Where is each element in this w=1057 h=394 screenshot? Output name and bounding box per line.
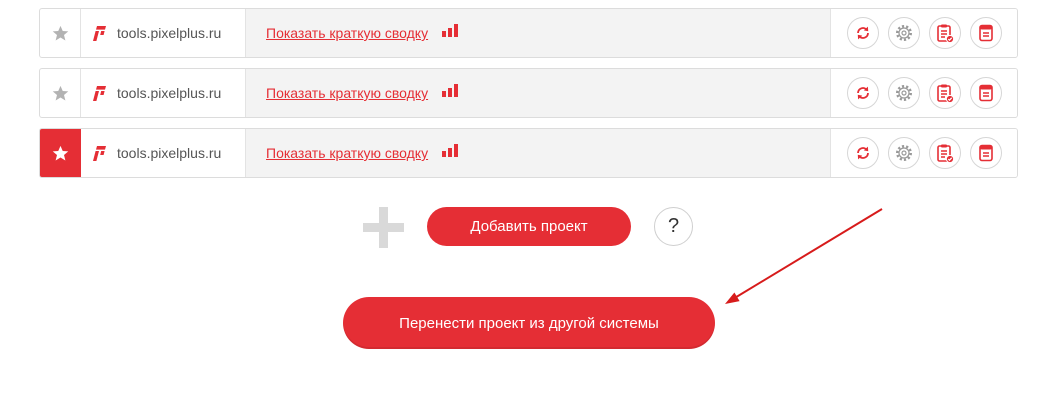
favorite-toggle[interactable] xyxy=(40,9,81,57)
print-button[interactable] xyxy=(969,17,1002,49)
plus-icon-vertical xyxy=(379,207,388,248)
star-icon xyxy=(52,85,68,101)
bar-chart-icon[interactable] xyxy=(442,144,459,157)
star-icon xyxy=(52,25,68,41)
pixelplus-logo-icon xyxy=(93,145,106,161)
pixelplus-logo-icon xyxy=(93,25,106,41)
favorite-toggle[interactable] xyxy=(40,129,81,177)
refresh-button[interactable] xyxy=(846,77,879,109)
bar-chart-icon[interactable] xyxy=(442,24,459,37)
plus-icon[interactable] xyxy=(363,207,404,248)
print-icon xyxy=(978,24,993,42)
print-button[interactable] xyxy=(969,77,1002,109)
add-project-button[interactable]: Добавить проект xyxy=(427,207,631,246)
pixelplus-logo-icon xyxy=(93,85,106,101)
star-icon xyxy=(52,145,68,161)
settings-button[interactable] xyxy=(887,137,920,169)
refresh-icon xyxy=(856,26,869,40)
report-button[interactable] xyxy=(928,137,961,169)
project-summary: Показать краткую сводку xyxy=(246,129,830,177)
project-actions xyxy=(830,129,1017,177)
refresh-icon xyxy=(856,146,869,160)
project-domain[interactable]: tools.pixelplus.ru xyxy=(117,145,221,161)
favorite-toggle[interactable] xyxy=(40,69,81,117)
refresh-icon xyxy=(856,86,869,100)
show-summary-link[interactable]: Показать краткую сводку xyxy=(266,25,428,41)
settings-icon xyxy=(895,24,912,42)
report-icon xyxy=(936,144,954,163)
project-actions xyxy=(830,9,1017,57)
print-icon xyxy=(978,84,993,102)
settings-icon xyxy=(895,144,912,162)
refresh-button[interactable] xyxy=(846,17,879,49)
help-button[interactable]: ? xyxy=(654,207,693,246)
project-summary: Показать краткую сводку xyxy=(246,9,830,57)
project-site: tools.pixelplus.ru xyxy=(81,9,246,57)
bar-chart-icon[interactable] xyxy=(442,84,459,97)
report-button[interactable] xyxy=(928,77,961,109)
settings-icon xyxy=(895,84,912,102)
print-button[interactable] xyxy=(969,137,1002,169)
project-row: tools.pixelplus.ru Показать краткую свод… xyxy=(39,68,1018,118)
project-row: tools.pixelplus.ru Показать краткую свод… xyxy=(39,128,1018,178)
refresh-button[interactable] xyxy=(846,137,879,169)
settings-button[interactable] xyxy=(887,17,920,49)
project-row: tools.pixelplus.ru Показать краткую свод… xyxy=(39,8,1018,58)
project-domain[interactable]: tools.pixelplus.ru xyxy=(117,85,221,101)
project-domain[interactable]: tools.pixelplus.ru xyxy=(117,25,221,41)
project-site: tools.pixelplus.ru xyxy=(81,69,246,117)
project-summary: Показать краткую сводку xyxy=(246,69,830,117)
report-icon xyxy=(936,84,954,103)
settings-button[interactable] xyxy=(887,77,920,109)
show-summary-link[interactable]: Показать краткую сводку xyxy=(266,145,428,161)
report-icon xyxy=(936,24,954,43)
project-actions xyxy=(830,69,1017,117)
report-button[interactable] xyxy=(928,17,961,49)
project-site: tools.pixelplus.ru xyxy=(81,129,246,177)
transfer-project-button[interactable]: Перенести проект из другой системы xyxy=(343,297,715,349)
show-summary-link[interactable]: Показать краткую сводку xyxy=(266,85,428,101)
print-icon xyxy=(978,144,993,162)
